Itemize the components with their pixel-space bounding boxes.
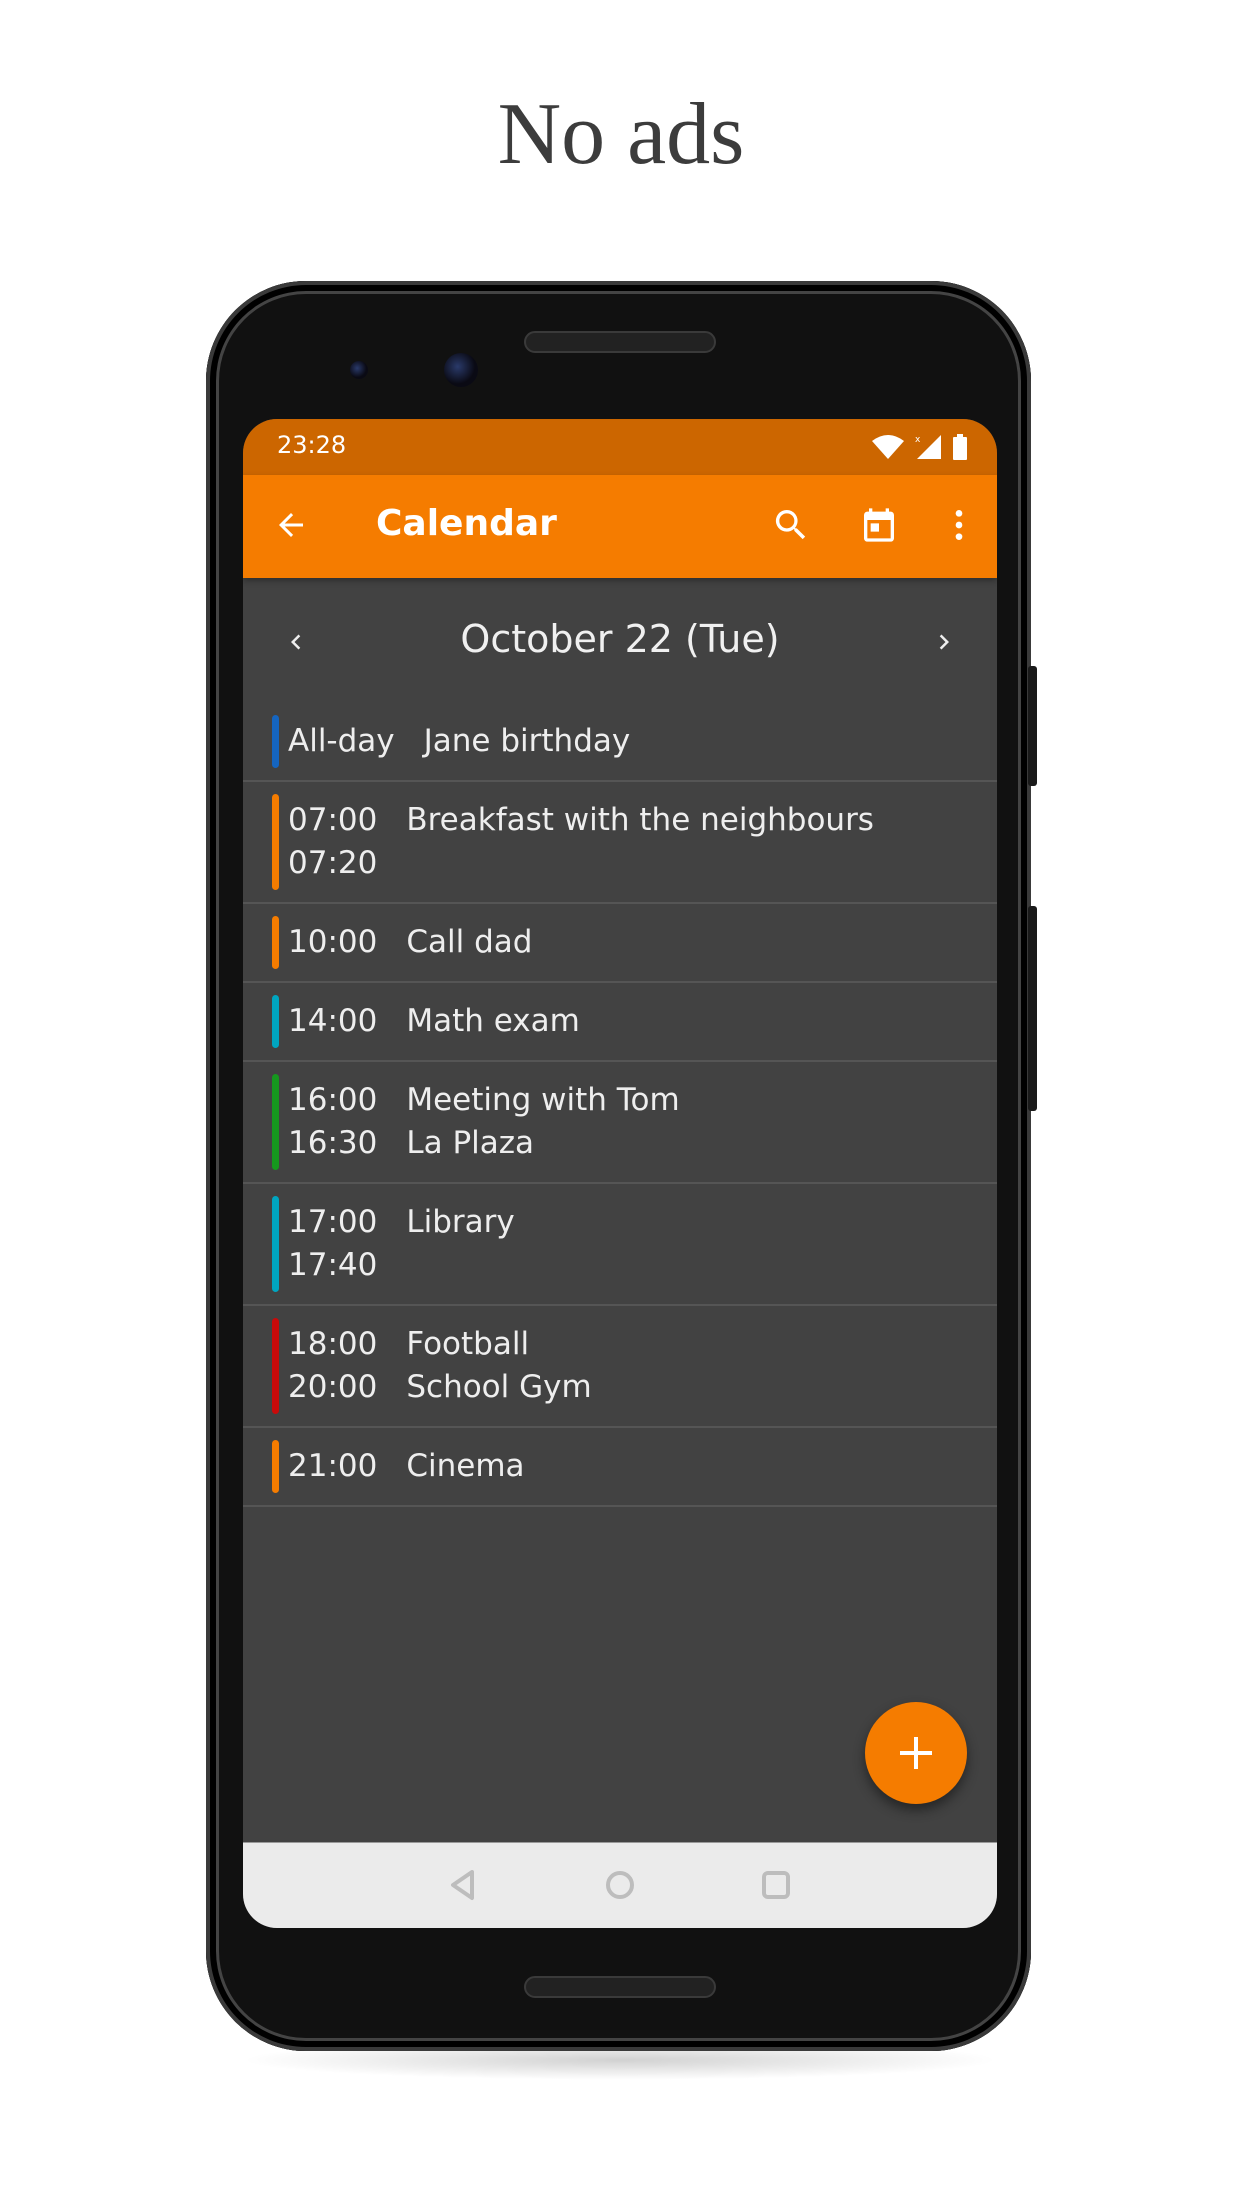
event-color-bar xyxy=(272,1318,279,1414)
event-color-bar xyxy=(272,1440,279,1493)
event-color-bar xyxy=(272,995,279,1048)
event-end-time: 17:40 xyxy=(288,1247,378,1283)
nav-back-icon[interactable] xyxy=(448,1869,478,1901)
event-list: All-day Jane birthday 07:00 07:20 Breakf… xyxy=(243,703,997,1507)
event-row[interactable]: 16:00 16:30 Meeting with Tom La Plaza xyxy=(243,1062,997,1184)
event-row[interactable]: 17:00 17:40 Library xyxy=(243,1184,997,1306)
power-button xyxy=(1028,666,1037,786)
event-row[interactable]: 21:00 Cinema xyxy=(243,1428,997,1507)
event-title: Jane birthday xyxy=(423,723,631,759)
signal-icon: x xyxy=(915,435,941,459)
event-title: Math exam xyxy=(406,1003,580,1039)
event-row[interactable]: 07:00 07:20 Breakfast with the neighbour… xyxy=(243,782,997,904)
toolbar-title: Calendar xyxy=(376,503,557,544)
event-color-bar xyxy=(272,916,279,969)
event-start-time: 18:00 xyxy=(288,1326,378,1362)
event-start-time: All-day xyxy=(288,723,395,759)
calendar-today-icon[interactable] xyxy=(859,505,899,545)
event-start-time: 17:00 xyxy=(288,1204,378,1240)
system-nav-bar xyxy=(243,1842,997,1928)
nav-recents-icon[interactable] xyxy=(760,1869,792,1901)
event-row[interactable]: All-day Jane birthday xyxy=(243,703,997,782)
sensor xyxy=(350,361,368,379)
top-speaker xyxy=(524,331,716,353)
event-row[interactable]: 18:00 20:00 Football School Gym xyxy=(243,1306,997,1428)
battery-icon xyxy=(953,434,967,460)
event-title: Meeting with Tom xyxy=(406,1082,680,1118)
event-row[interactable]: 14:00 Math exam xyxy=(243,983,997,1062)
event-start-time: 07:00 xyxy=(288,802,378,838)
event-title: Football xyxy=(406,1326,530,1362)
event-start-time: 10:00 xyxy=(288,924,378,960)
event-color-bar xyxy=(272,1074,279,1170)
headline: No ads xyxy=(497,86,745,183)
date-title: October 22 (Tue) xyxy=(460,617,780,661)
event-title: Call dad xyxy=(406,924,533,960)
event-row[interactable]: 10:00 Call dad xyxy=(243,904,997,983)
back-arrow-icon[interactable] xyxy=(273,507,309,543)
event-start-time: 21:00 xyxy=(288,1448,378,1484)
volume-button xyxy=(1028,906,1037,1111)
status-time: 23:28 xyxy=(277,431,347,459)
svg-text:x: x xyxy=(915,435,921,445)
add-event-button[interactable] xyxy=(865,1702,967,1804)
event-location: La Plaza xyxy=(406,1125,535,1161)
wifi-icon xyxy=(872,435,904,459)
bottom-speaker xyxy=(524,1976,716,1998)
event-title: Library xyxy=(406,1204,515,1240)
chevron-right-icon[interactable] xyxy=(929,627,959,657)
date-navigator: October 22 (Tue) xyxy=(243,599,997,685)
event-end-time: 20:00 xyxy=(288,1369,378,1405)
app-screen: 23:28 x Calendar October 22 (Tue) All-da… xyxy=(243,419,997,1928)
status-bar: 23:28 x xyxy=(243,419,997,475)
front-camera xyxy=(444,353,478,387)
nav-home-icon[interactable] xyxy=(604,1869,636,1901)
event-end-time: 07:20 xyxy=(288,845,378,881)
event-color-bar xyxy=(272,794,279,890)
event-start-time: 14:00 xyxy=(288,1003,378,1039)
search-icon[interactable] xyxy=(771,505,811,545)
plus-icon xyxy=(900,1737,932,1769)
event-start-time: 16:00 xyxy=(288,1082,378,1118)
toolbar: Calendar xyxy=(243,475,997,578)
more-vert-icon[interactable] xyxy=(939,505,979,545)
event-color-bar xyxy=(272,715,279,768)
event-title: Breakfast with the neighbours xyxy=(406,802,874,838)
event-title: Cinema xyxy=(406,1448,525,1484)
event-color-bar xyxy=(272,1196,279,1292)
event-end-time: 16:30 xyxy=(288,1125,378,1161)
event-location: School Gym xyxy=(406,1369,592,1405)
